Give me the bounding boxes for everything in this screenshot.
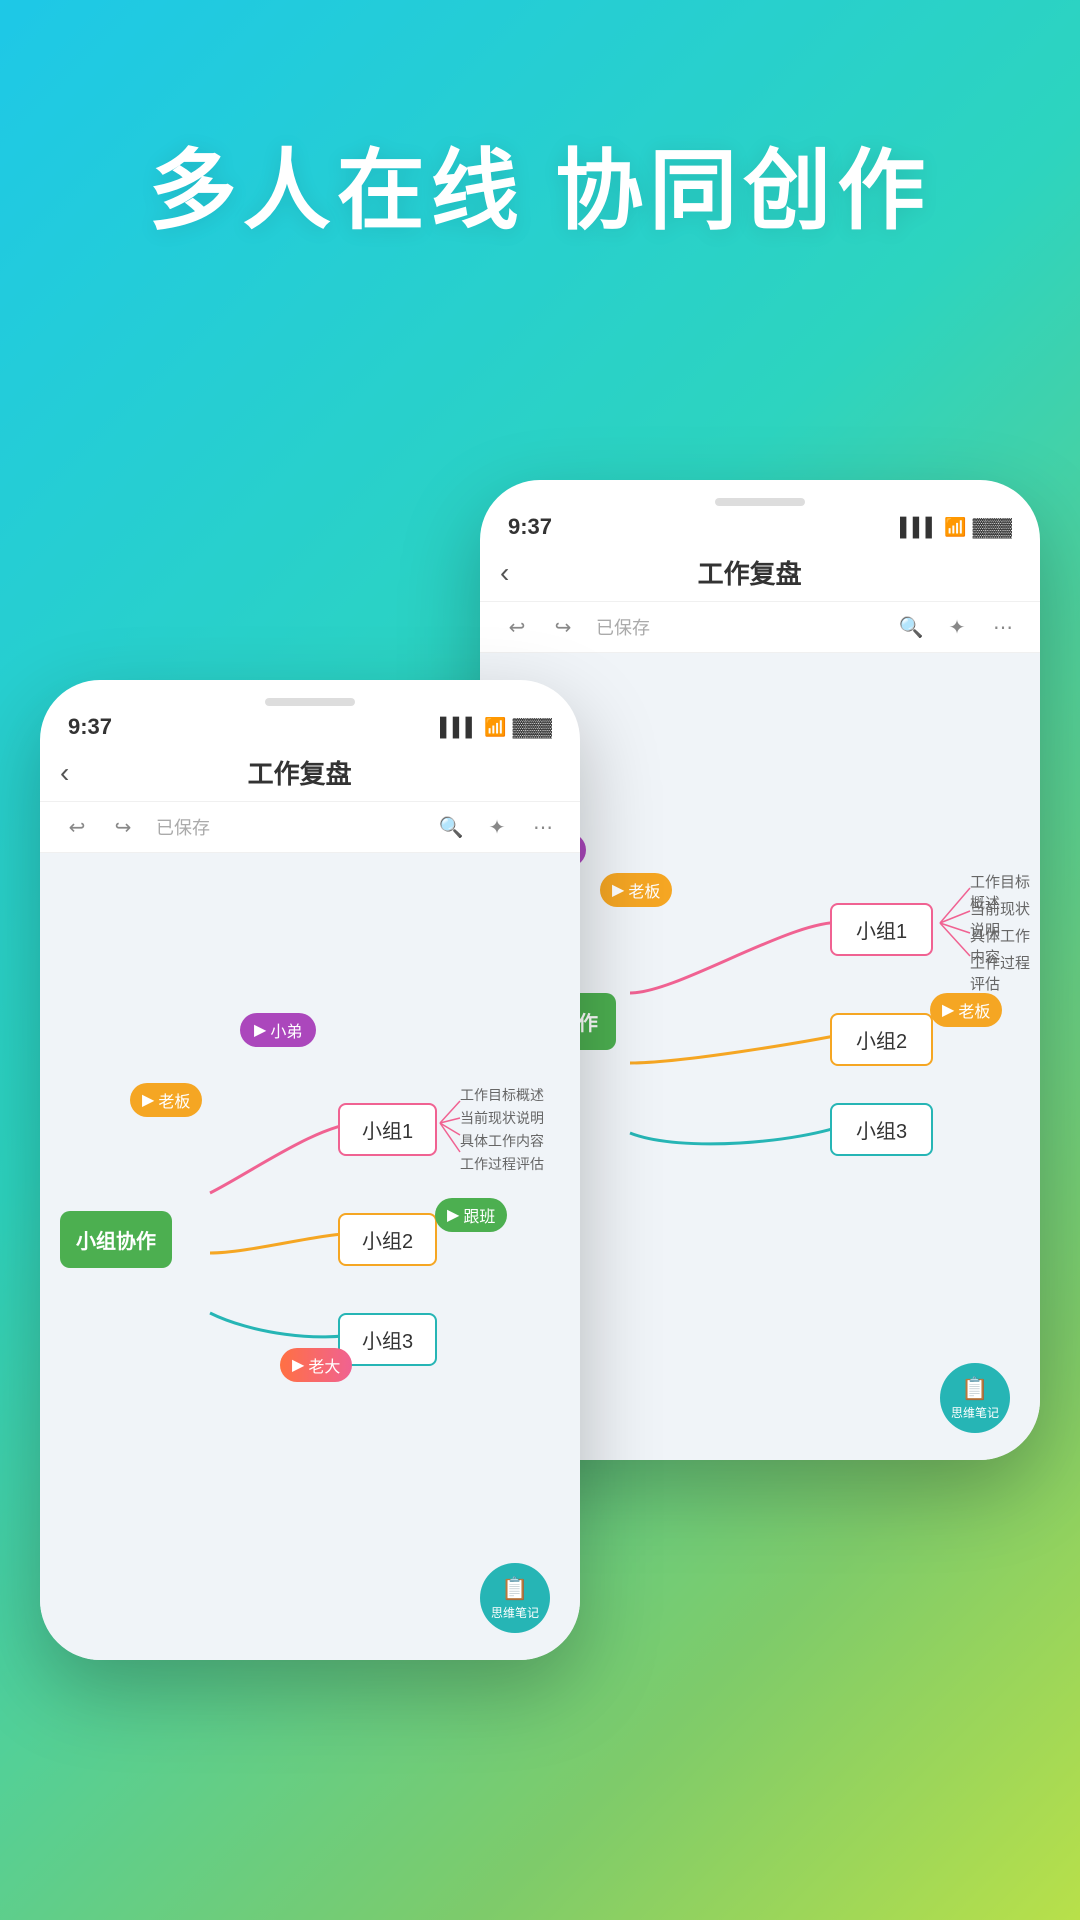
sub4-back: 工作过程评估 bbox=[970, 952, 1040, 994]
redo-btn-front[interactable]: ↪ bbox=[106, 810, 140, 844]
back-button-front[interactable]: ‹ bbox=[60, 757, 69, 789]
wifi-icon-front: 📶 bbox=[484, 717, 506, 738]
battery-icon: ▓▓▓ bbox=[973, 517, 1012, 538]
magic-btn-back[interactable]: ✦ bbox=[940, 610, 974, 644]
wifi-icon: 📶 bbox=[944, 517, 966, 538]
more-btn-front[interactable]: ⋯ bbox=[526, 810, 560, 844]
phone-back-status-icons: ▌▌▌ 📶 ▓▓▓ bbox=[900, 517, 1012, 538]
note-icon-front: 📋 bbox=[501, 1576, 528, 1602]
magic-btn-front[interactable]: ✦ bbox=[480, 810, 514, 844]
undo-btn-front[interactable]: ↩ bbox=[60, 810, 94, 844]
avatar-laobaan-front: ▶老板 bbox=[130, 1083, 202, 1117]
phone-back-speaker bbox=[715, 498, 805, 506]
center-node-front: 小组协作 bbox=[60, 1211, 172, 1268]
avatar-xiaodi-front: ▶小弟 bbox=[240, 1013, 316, 1047]
phone-front-title: 工作复盘 bbox=[69, 754, 530, 791]
phone-front-status-bar: 9:37 ▌▌▌ 📶 ▓▓▓ bbox=[40, 706, 580, 744]
avatar-laoda-front: ▶老大 bbox=[280, 1348, 352, 1382]
battery-icon-front: ▓▓▓ bbox=[513, 717, 552, 738]
back-button-back[interactable]: ‹ bbox=[500, 557, 509, 589]
group1-node-front: 小组1 bbox=[338, 1103, 437, 1156]
signal-icon: ▌▌▌ bbox=[900, 517, 938, 538]
group1-node-back: 小组1 bbox=[830, 903, 933, 956]
sub2-front: 当前现状说明 bbox=[460, 1108, 544, 1128]
undo-btn-back[interactable]: ↩ bbox=[500, 610, 534, 644]
group2-node-back: 小组2 bbox=[830, 1013, 933, 1066]
signal-icon-front: ▌▌▌ bbox=[440, 717, 478, 738]
phone-back-header: ‹ 工作复盘 bbox=[480, 544, 1040, 602]
group3-node-front: 小组3 bbox=[338, 1313, 437, 1366]
phone-back-toolbar: ↩ ↪ 已保存 🔍 ✦ ⋯ bbox=[480, 602, 1040, 653]
avatar-boss2-back: ▶老板 bbox=[930, 993, 1002, 1027]
note-label-back: 思维笔记 bbox=[951, 1404, 999, 1421]
phone-front-header: ‹ 工作复盘 bbox=[40, 744, 580, 802]
phone-front-speaker bbox=[265, 698, 355, 706]
more-btn-back[interactable]: ⋯ bbox=[986, 610, 1020, 644]
float-note-front[interactable]: 📋 思维笔记 bbox=[480, 1563, 550, 1633]
saved-label-front: 已保存 bbox=[156, 814, 210, 840]
float-note-back[interactable]: 📋 思维笔记 bbox=[940, 1363, 1010, 1433]
phone-back-title: 工作复盘 bbox=[509, 554, 990, 591]
group3-node-back: 小组3 bbox=[830, 1103, 933, 1156]
avatar-genban-front: ▶跟班 bbox=[435, 1198, 507, 1232]
search-btn-front[interactable]: 🔍 bbox=[434, 810, 468, 844]
note-icon-back: 📋 bbox=[961, 1376, 988, 1402]
sub3-front: 具体工作内容 bbox=[460, 1131, 544, 1151]
phone-back-status-bar: 9:37 ▌▌▌ 📶 ▓▓▓ bbox=[480, 506, 1040, 544]
phone-back-time: 9:37 bbox=[508, 514, 552, 540]
search-btn-back[interactable]: 🔍 bbox=[894, 610, 928, 644]
sub4-front: 工作过程评估 bbox=[460, 1154, 544, 1174]
hero-title: 多人在线 协同创作 bbox=[0, 120, 1080, 247]
phone-front-toolbar: ↩ ↪ 已保存 🔍 ✦ ⋯ bbox=[40, 802, 580, 853]
sub1-front: 工作目标概述 bbox=[460, 1085, 544, 1105]
mind-map-front: ▶小弟 ▶老板 小组协作 小组1 小组2 小组3 工作目标概述 当前现状说明 具… bbox=[40, 853, 580, 1660]
phone-front-status-icons: ▌▌▌ 📶 ▓▓▓ bbox=[440, 717, 552, 738]
group2-node-front: 小组2 bbox=[338, 1213, 437, 1266]
redo-btn-back[interactable]: ↪ bbox=[546, 610, 580, 644]
avatar-boss-back: ▶老板 bbox=[600, 873, 672, 907]
saved-label-back: 已保存 bbox=[596, 614, 650, 640]
note-label-front: 思维笔记 bbox=[491, 1604, 539, 1621]
phone-front-time: 9:37 bbox=[68, 714, 112, 740]
phone-front: 9:37 ▌▌▌ 📶 ▓▓▓ ‹ 工作复盘 ↩ ↪ 已保存 🔍 ✦ ⋯ bbox=[40, 680, 580, 1660]
